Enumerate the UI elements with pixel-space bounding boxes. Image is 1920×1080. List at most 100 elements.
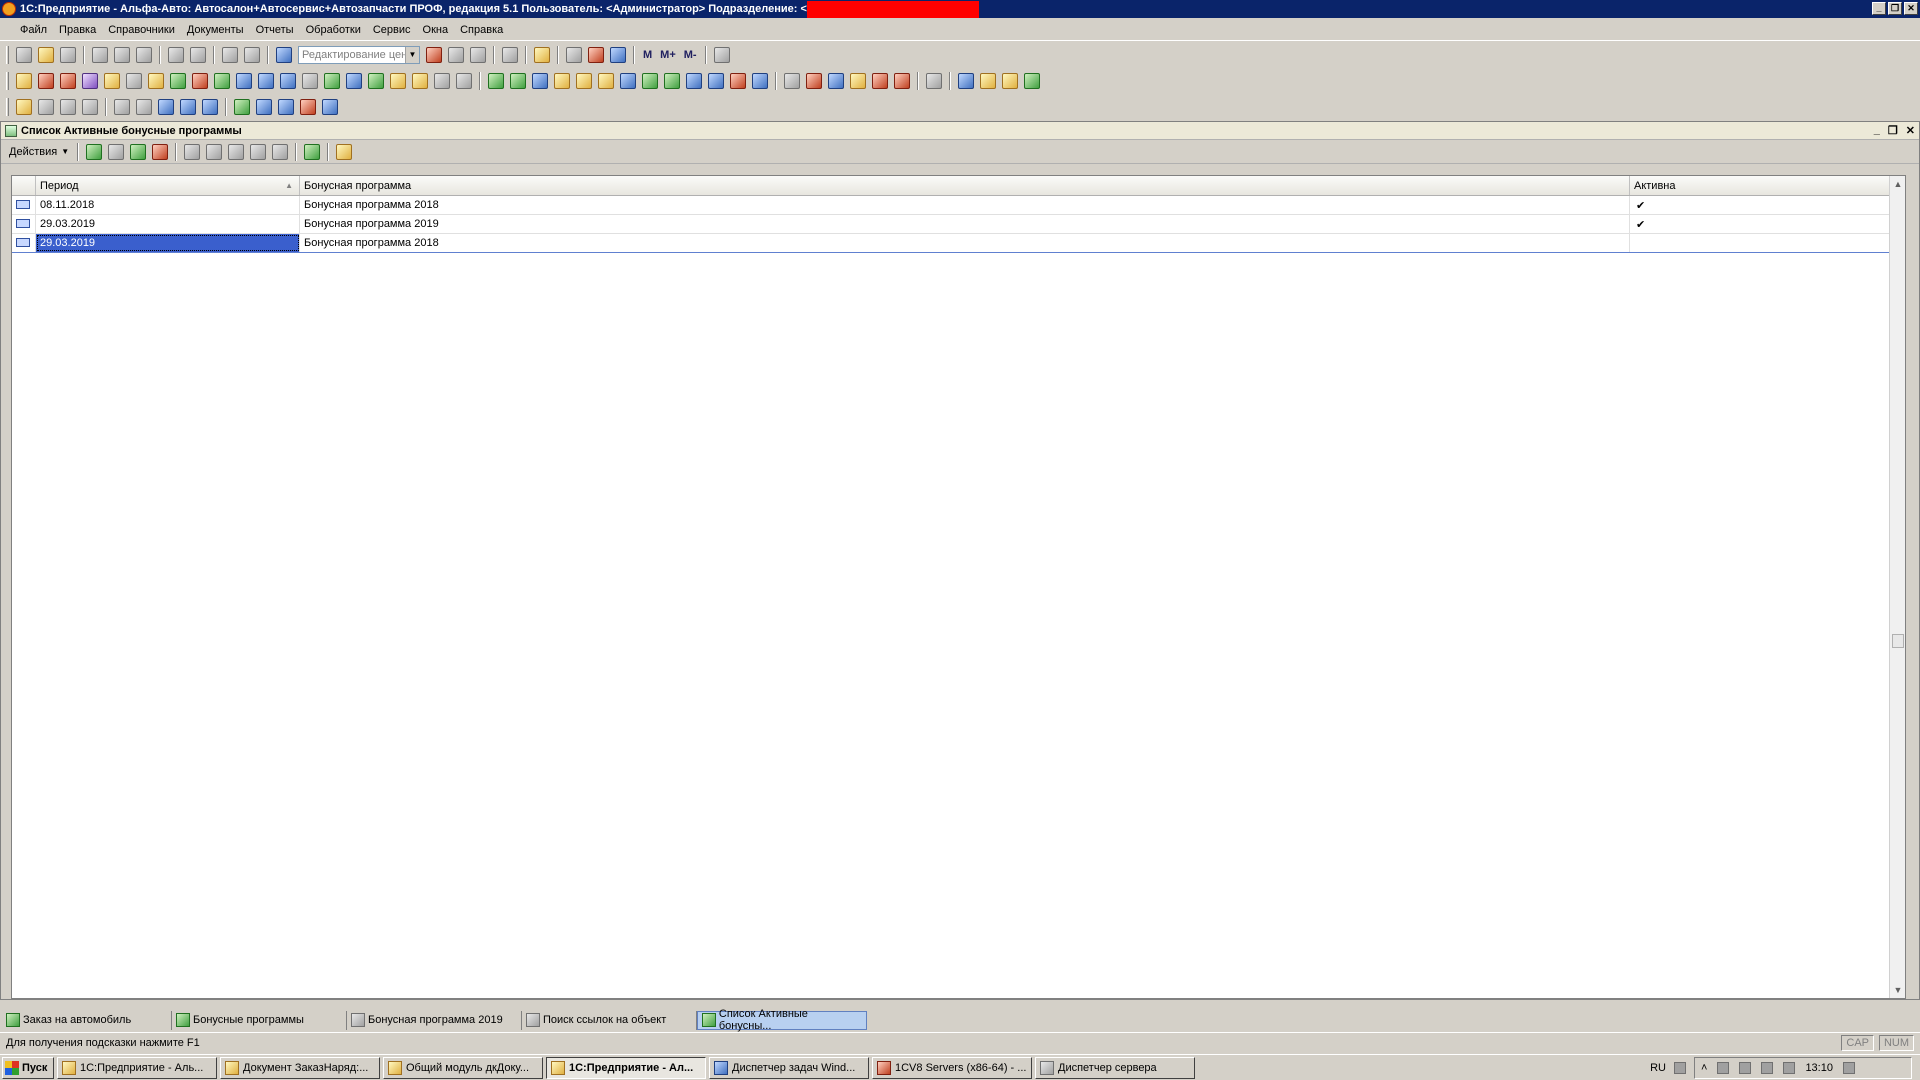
books-icon[interactable]: [82, 73, 98, 89]
restore-button[interactable]: ❐: [1888, 2, 1902, 15]
active-cell[interactable]: ✔: [1630, 196, 1895, 214]
task-server-manager[interactable]: Диспетчер сервера: [1035, 1056, 1195, 1079]
bell-icon[interactable]: [16, 99, 32, 115]
period-cell[interactable]: 29.03.2019: [36, 215, 300, 233]
book-icon[interactable]: [488, 73, 504, 89]
megaphone-icon[interactable]: [926, 73, 942, 89]
scroll-thumb[interactable]: [1892, 634, 1904, 648]
redo-icon[interactable]: [244, 47, 260, 63]
new-document-icon[interactable]: [16, 47, 32, 63]
document-list-icon[interactable]: [346, 73, 362, 89]
edit-icon[interactable]: [130, 143, 147, 160]
task-1cv8-servers[interactable]: 1CV8 Servers (x86-64) - ...: [872, 1056, 1032, 1079]
goods-icon[interactable]: [104, 73, 120, 89]
program-cell[interactable]: Бонусная программа 2018: [300, 234, 1630, 252]
period-cell[interactable]: 08.11.2018: [36, 196, 300, 214]
add-report-icon[interactable]: [872, 73, 888, 89]
search-icon[interactable]: [276, 47, 292, 63]
menu-windows[interactable]: Окна: [417, 24, 455, 36]
move-goods-icon[interactable]: [368, 73, 384, 89]
copy-record-icon[interactable]: [108, 143, 125, 160]
search-input[interactable]: Редактирование цен и ▼: [298, 46, 420, 64]
user-icon[interactable]: [1024, 73, 1040, 89]
cut-icon[interactable]: [92, 47, 108, 63]
refresh-icon[interactable]: [304, 143, 321, 160]
dollar-icon[interactable]: [170, 73, 186, 89]
parts-out-icon[interactable]: [300, 99, 316, 115]
table-row-selected[interactable]: 29.03.2019 Бонусная программа 2018: [12, 234, 1905, 253]
show-hidden-icon[interactable]: ˄: [1701, 1062, 1707, 1074]
filter-by-value-icon[interactable]: [228, 143, 245, 160]
parts-return-icon[interactable]: [322, 99, 338, 115]
waybill-return-icon[interactable]: [752, 73, 768, 89]
task-1c-enterprise-active[interactable]: 1С:Предприятие - Ал...: [546, 1056, 706, 1079]
header-active[interactable]: Активна: [1630, 176, 1895, 195]
bonus-icon[interactable]: [148, 73, 164, 89]
invoice-move-icon[interactable]: [202, 99, 218, 115]
invoice-remove-icon[interactable]: [180, 99, 196, 115]
scroll-down-icon[interactable]: ▼: [1890, 982, 1905, 998]
task-common-module[interactable]: Общий модуль дкДоку...: [383, 1056, 543, 1079]
active-cell[interactable]: ✔: [1630, 215, 1895, 233]
clear-search-icon[interactable]: [426, 47, 442, 63]
scroll-up-icon[interactable]: ▲: [1890, 176, 1905, 192]
bill-icon[interactable]: [256, 99, 272, 115]
calculator-icon[interactable]: [566, 47, 582, 63]
menu-processing[interactable]: Обработки: [300, 24, 367, 36]
tab-bonus-programs[interactable]: Бонусные программы: [172, 1010, 347, 1030]
delete-icon[interactable]: [152, 143, 169, 160]
memory-minus-button[interactable]: M-: [684, 49, 697, 61]
header-period[interactable]: Период ▲: [36, 176, 300, 195]
warehouse-icon[interactable]: [38, 73, 54, 89]
receipt-icon[interactable]: [390, 73, 406, 89]
reference-book-icon[interactable]: [958, 73, 974, 89]
key-icon[interactable]: [82, 99, 98, 115]
find-previous-icon[interactable]: [470, 47, 486, 63]
order-icon[interactable]: [532, 73, 548, 89]
toolbar-grip[interactable]: [6, 46, 9, 64]
task-document-order[interactable]: Документ ЗаказНаряд:...: [220, 1056, 380, 1079]
pko-icon[interactable]: [554, 73, 570, 89]
keyboard-icon[interactable]: [1674, 1062, 1686, 1074]
print-icon[interactable]: [168, 47, 184, 63]
payment-icon[interactable]: [620, 73, 636, 89]
service-icon[interactable]: [126, 73, 142, 89]
active-cell[interactable]: [1630, 234, 1895, 252]
task-task-manager[interactable]: Диспетчер задач Wind...: [709, 1056, 869, 1079]
table-row[interactable]: 08.11.2018 Бонусная программа 2018 ✔: [12, 196, 1905, 215]
print-preview-icon[interactable]: [190, 47, 206, 63]
stock-icon[interactable]: [850, 73, 866, 89]
invoice-icon[interactable]: [686, 73, 702, 89]
network-icon[interactable]: [1717, 1062, 1730, 1074]
rko-icon[interactable]: [576, 73, 592, 89]
register-icon[interactable]: [456, 73, 472, 89]
program-cell[interactable]: Бонусная программа 2018: [300, 196, 1630, 214]
tab-car-order[interactable]: Заказ на автомобиль: [2, 1010, 172, 1030]
calendar-grid-icon[interactable]: [258, 73, 274, 89]
clear-filter-icon[interactable]: [272, 143, 289, 160]
language-indicator[interactable]: RU: [1650, 1062, 1666, 1074]
set-interval-icon[interactable]: [184, 143, 201, 160]
waybill-out-icon[interactable]: [730, 73, 746, 89]
repair-icon[interactable]: [114, 99, 130, 115]
open-folder-icon[interactable]: [38, 47, 54, 63]
vertical-scrollbar[interactable]: ▲ ▼: [1889, 176, 1905, 998]
report-icon[interactable]: [784, 73, 800, 89]
task-1c-enterprise[interactable]: 1С:Предприятие - Аль...: [57, 1056, 217, 1079]
menu-help[interactable]: Справка: [454, 24, 509, 36]
minimize-button[interactable]: _: [1872, 2, 1886, 15]
tab-find-references[interactable]: Поиск ссылок на объект: [522, 1010, 697, 1030]
toolbar-grip[interactable]: [6, 98, 9, 116]
help-icon[interactable]: [336, 143, 353, 160]
paste-icon[interactable]: [136, 47, 152, 63]
analysis-icon[interactable]: [806, 73, 822, 89]
child-restore-button[interactable]: ❐: [1888, 124, 1898, 137]
users-icon[interactable]: [610, 47, 626, 63]
menu-file[interactable]: Файл: [14, 24, 53, 36]
program-cell[interactable]: Бонусная программа 2019: [300, 215, 1630, 233]
actions-menu[interactable]: Действия: [5, 146, 61, 158]
menu-service[interactable]: Сервис: [367, 24, 417, 36]
invoice-add-icon[interactable]: [158, 99, 174, 115]
find-next-icon[interactable]: [448, 47, 464, 63]
filter-history-icon[interactable]: [250, 143, 267, 160]
